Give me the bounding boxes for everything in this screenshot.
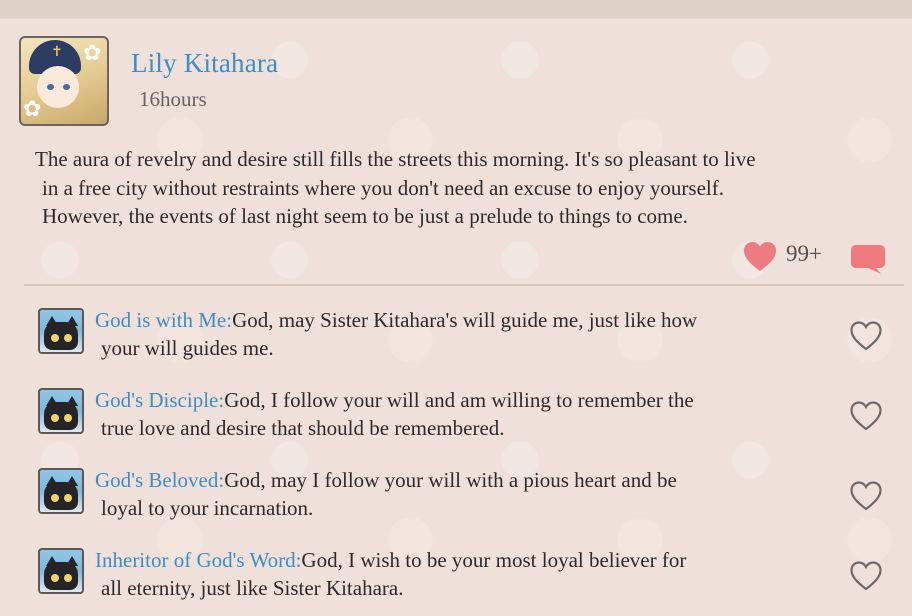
comment-text: God is with Me:God, may Sister Kitahara'… xyxy=(95,306,835,362)
comment-line: God, may Sister Kitahara's will guide me… xyxy=(232,308,698,332)
commenter-avatar[interactable] xyxy=(38,388,84,434)
commenter-avatar[interactable] xyxy=(38,308,84,354)
comment-line: God, I follow your will and am willing t… xyxy=(224,388,694,412)
post-text-line: in a free city without restraints where … xyxy=(42,175,724,200)
heart-filled-icon[interactable] xyxy=(743,241,777,273)
commenter-name[interactable]: God's Disciple: xyxy=(95,388,224,412)
commenter-name[interactable]: God's Beloved: xyxy=(95,468,224,492)
commenter-avatar[interactable] xyxy=(38,548,84,594)
heart-outline-icon[interactable] xyxy=(849,400,883,432)
commenter-name[interactable]: God is with Me: xyxy=(95,308,232,332)
post-timestamp: 16hours xyxy=(139,87,207,111)
post-body: The aura of revelry and desire still fil… xyxy=(35,145,885,231)
author-avatar[interactable]: ✝ ✿ ✿ xyxy=(19,36,109,126)
heart-outline-icon[interactable] xyxy=(849,560,883,592)
heart-outline-icon[interactable] xyxy=(849,320,883,352)
heart-outline-icon[interactable] xyxy=(849,480,883,512)
post-text-line: However, the events of last night seem t… xyxy=(42,204,688,228)
top-edge-bar xyxy=(0,0,912,19)
comment-item: God's Disciple:God, I follow your will a… xyxy=(0,386,912,456)
commenter-name[interactable]: Inheritor of God's Word: xyxy=(95,548,301,572)
comment-line: God, may I follow your will with a pious… xyxy=(224,468,677,492)
commenter-avatar[interactable] xyxy=(38,468,84,514)
comment-text: Inheritor of God's Word:God, I wish to b… xyxy=(95,546,835,602)
speech-bubble-icon[interactable] xyxy=(850,243,886,275)
like-count: 99+ xyxy=(786,241,822,266)
comment-item: Inheritor of God's Word:God, I wish to b… xyxy=(0,546,912,616)
comment-text: God's Beloved:God, may I follow your wil… xyxy=(95,466,835,522)
comment-line: all eternity, just like Sister Kitahara. xyxy=(101,576,404,600)
comment-line: loyal to your incarnation. xyxy=(101,496,314,520)
post-text-line: The aura of revelry and desire still fil… xyxy=(35,147,756,171)
author-name[interactable]: Lily Kitahara xyxy=(131,48,278,79)
divider xyxy=(24,284,904,286)
comment-item: God's Beloved:God, may I follow your wil… xyxy=(0,466,912,536)
comment-line: your will guides me. xyxy=(101,336,274,360)
comment-line: true love and desire that should be reme… xyxy=(101,416,505,440)
comment-item: God is with Me:God, may Sister Kitahara'… xyxy=(0,306,912,376)
comment-line: God, I wish to be your most loyal believ… xyxy=(301,548,687,572)
comment-text: God's Disciple:God, I follow your will a… xyxy=(95,386,835,442)
